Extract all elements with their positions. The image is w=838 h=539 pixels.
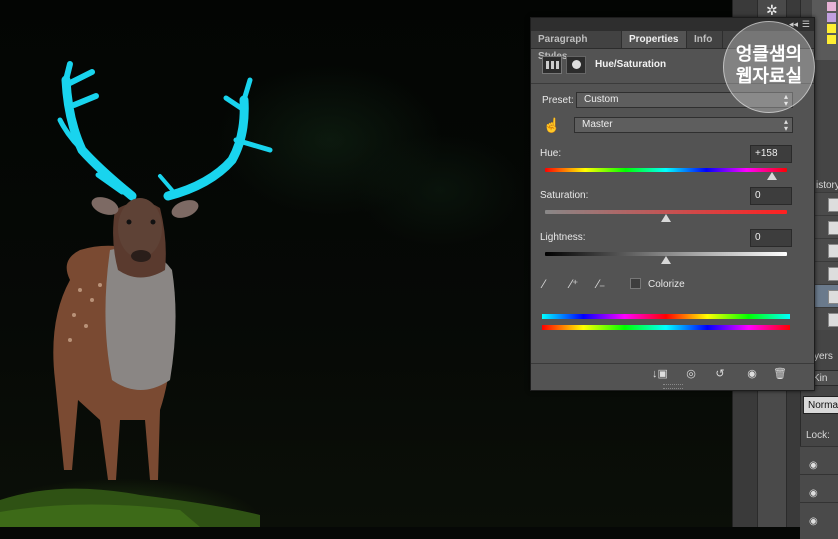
tab-properties[interactable]: Properties <box>622 31 687 48</box>
resize-grip[interactable] <box>663 384 683 389</box>
eyedropper-plus-icon[interactable]: ⁄⁺ <box>570 277 586 293</box>
document-icon <box>828 221 838 235</box>
history-item[interactable] <box>812 238 838 261</box>
channel-select[interactable]: Master ▴ ▾ <box>574 117 793 133</box>
visibility-eye-icon[interactable]: ◉ <box>809 488 818 499</box>
saturation-value-field[interactable]: 0 <box>750 187 792 205</box>
hue-label: Hue: <box>540 148 562 159</box>
preset-value: Custom <box>584 94 619 105</box>
preset-label: Preset: <box>542 95 574 106</box>
reset-icon[interactable]: ↺ <box>709 366 731 382</box>
clip-to-layer-icon[interactable]: ↓▣ <box>649 366 671 382</box>
view-previous-icon[interactable]: ◎ <box>680 366 702 382</box>
select-arrows-icon: ▴ ▾ <box>783 117 788 133</box>
document-icon <box>828 267 838 281</box>
history-item[interactable] <box>812 261 838 284</box>
hue-value-field[interactable]: +158 <box>750 145 792 163</box>
swatches-panel <box>812 0 838 60</box>
eyedropper-icon[interactable]: ⁄ <box>543 277 559 293</box>
history-panel-label[interactable]: istory <box>816 180 838 191</box>
lightness-value: 0 <box>755 232 761 243</box>
adjustment-title: Hue/Saturation <box>595 59 667 70</box>
document-icon <box>828 198 838 212</box>
panel-footer: ↓▣ ◎ ↺ ◉ 🗑 <box>531 363 814 384</box>
saturation-label: Saturation: <box>540 190 589 201</box>
history-item[interactable] <box>812 215 838 238</box>
source-color-bar <box>542 325 790 330</box>
tab-info[interactable]: Info <box>687 31 723 48</box>
adjustment-layer-icon[interactable] <box>542 56 562 74</box>
kind-label: Kin <box>813 373 828 384</box>
visibility-eye-icon[interactable]: ◉ <box>809 516 818 527</box>
watermark-line-1: 엉클샘의 <box>735 44 803 65</box>
watermark-logo: 엉클샘의 웹자료실 <box>723 21 815 113</box>
saturation-slider-thumb[interactable] <box>661 214 671 222</box>
document-icon <box>828 313 838 327</box>
history-item[interactable] <box>812 307 838 330</box>
visibility-eye-icon[interactable]: ◉ <box>809 460 818 471</box>
lightness-value-field[interactable]: 0 <box>750 229 792 247</box>
history-item-selected[interactable] <box>812 284 838 307</box>
colorize-label: Colorize <box>648 279 685 290</box>
saturation-value: 0 <box>755 190 761 201</box>
adjusted-color-bar <box>542 314 790 319</box>
document-icon <box>828 244 838 258</box>
visibility-icon[interactable]: ◉ <box>741 366 763 382</box>
hue-value: +158 <box>755 148 778 159</box>
eyedropper-minus-icon[interactable]: ⁄₋ <box>597 277 613 293</box>
document-icon <box>828 290 838 304</box>
channel-value: Master <box>582 119 613 130</box>
lightness-slider-thumb[interactable] <box>661 256 671 264</box>
hue-slider-thumb[interactable] <box>767 172 778 180</box>
lightness-label: Lightness: <box>540 232 586 243</box>
blend-mode-value: Norma <box>808 400 838 411</box>
mask-icon[interactable] <box>566 56 586 74</box>
panel-menu-icon[interactable]: ☰ <box>802 18 810 31</box>
colorize-checkbox[interactable] <box>630 278 641 289</box>
tab-paragraph-styles[interactable]: Paragraph Styles <box>531 31 622 62</box>
hand-target-icon[interactable]: ☝ <box>543 116 561 134</box>
watermark-line-2: 웹자료실 <box>735 66 803 87</box>
layers-panel-label[interactable]: yers <box>814 351 833 362</box>
trash-icon[interactable]: 🗑 <box>769 366 791 382</box>
hue-slider-track[interactable] <box>545 168 787 172</box>
layer-row[interactable]: ◉ <box>800 502 838 539</box>
blend-mode-select[interactable]: Norma <box>803 396 838 414</box>
history-item[interactable] <box>812 192 838 215</box>
lock-label: Lock: <box>806 430 830 441</box>
